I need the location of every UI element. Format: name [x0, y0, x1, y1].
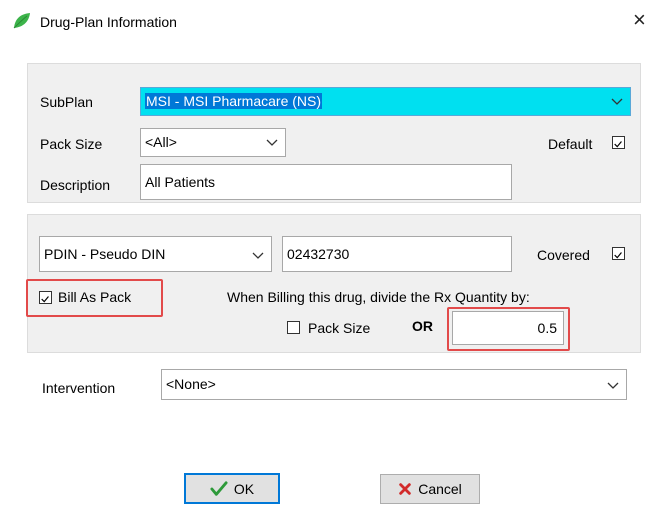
- din-field[interactable]: 02432730: [282, 236, 512, 272]
- leaf-icon: [13, 13, 30, 29]
- intervention-select[interactable]: <None>: [161, 369, 627, 400]
- close-icon[interactable]: ×: [633, 8, 646, 32]
- cancel-label: Cancel: [418, 481, 462, 497]
- description-field[interactable]: All Patients: [140, 164, 512, 200]
- din-type-select[interactable]: PDIN - Pseudo DIN: [39, 236, 272, 272]
- covered-label: Covered: [537, 247, 590, 263]
- chevron-down-icon: [252, 252, 264, 259]
- x-icon: [399, 483, 411, 495]
- chevron-down-icon: [266, 139, 278, 146]
- window-title: Drug-Plan Information: [40, 14, 177, 30]
- chevron-down-icon: [607, 382, 619, 389]
- cancel-button[interactable]: Cancel: [380, 474, 480, 504]
- intervention-value: <None>: [166, 376, 216, 392]
- subplan-select[interactable]: MSI - MSI Pharmacare (NS): [140, 87, 631, 116]
- packsize-check-label: Pack Size: [308, 320, 371, 336]
- bill-as-pack-label: Bill As Pack: [58, 289, 132, 305]
- divide-instruction: When Billing this drug, divide the Rx Qu…: [227, 289, 530, 305]
- ok-button[interactable]: OK: [184, 473, 280, 504]
- checkmark-icon: [210, 480, 228, 496]
- ok-label: OK: [233, 480, 255, 497]
- checkmark-icon: [614, 141, 622, 148]
- din-type-value: PDIN - Pseudo DIN: [44, 246, 166, 262]
- packsize-checkbox[interactable]: [287, 321, 300, 334]
- description-label: Description: [40, 177, 111, 193]
- packsize-value: <All>: [145, 134, 177, 150]
- packsize-label: Pack Size: [40, 136, 103, 152]
- subplan-label: SubPlan: [40, 94, 93, 110]
- or-label: OR: [412, 318, 433, 334]
- chevron-down-icon: [611, 98, 623, 105]
- quantity-field[interactable]: 0.5: [452, 311, 564, 345]
- subplan-value: MSI - MSI Pharmacare (NS): [145, 93, 323, 109]
- checkmark-icon: [614, 252, 622, 259]
- packsize-select[interactable]: <All>: [140, 128, 286, 157]
- covered-checkbox[interactable]: [612, 247, 625, 260]
- checkmark-icon: [41, 296, 49, 303]
- default-label: Default: [548, 136, 593, 152]
- intervention-label: Intervention: [42, 380, 116, 396]
- default-checkbox[interactable]: [612, 136, 625, 149]
- bill-as-pack-checkbox[interactable]: [39, 291, 52, 304]
